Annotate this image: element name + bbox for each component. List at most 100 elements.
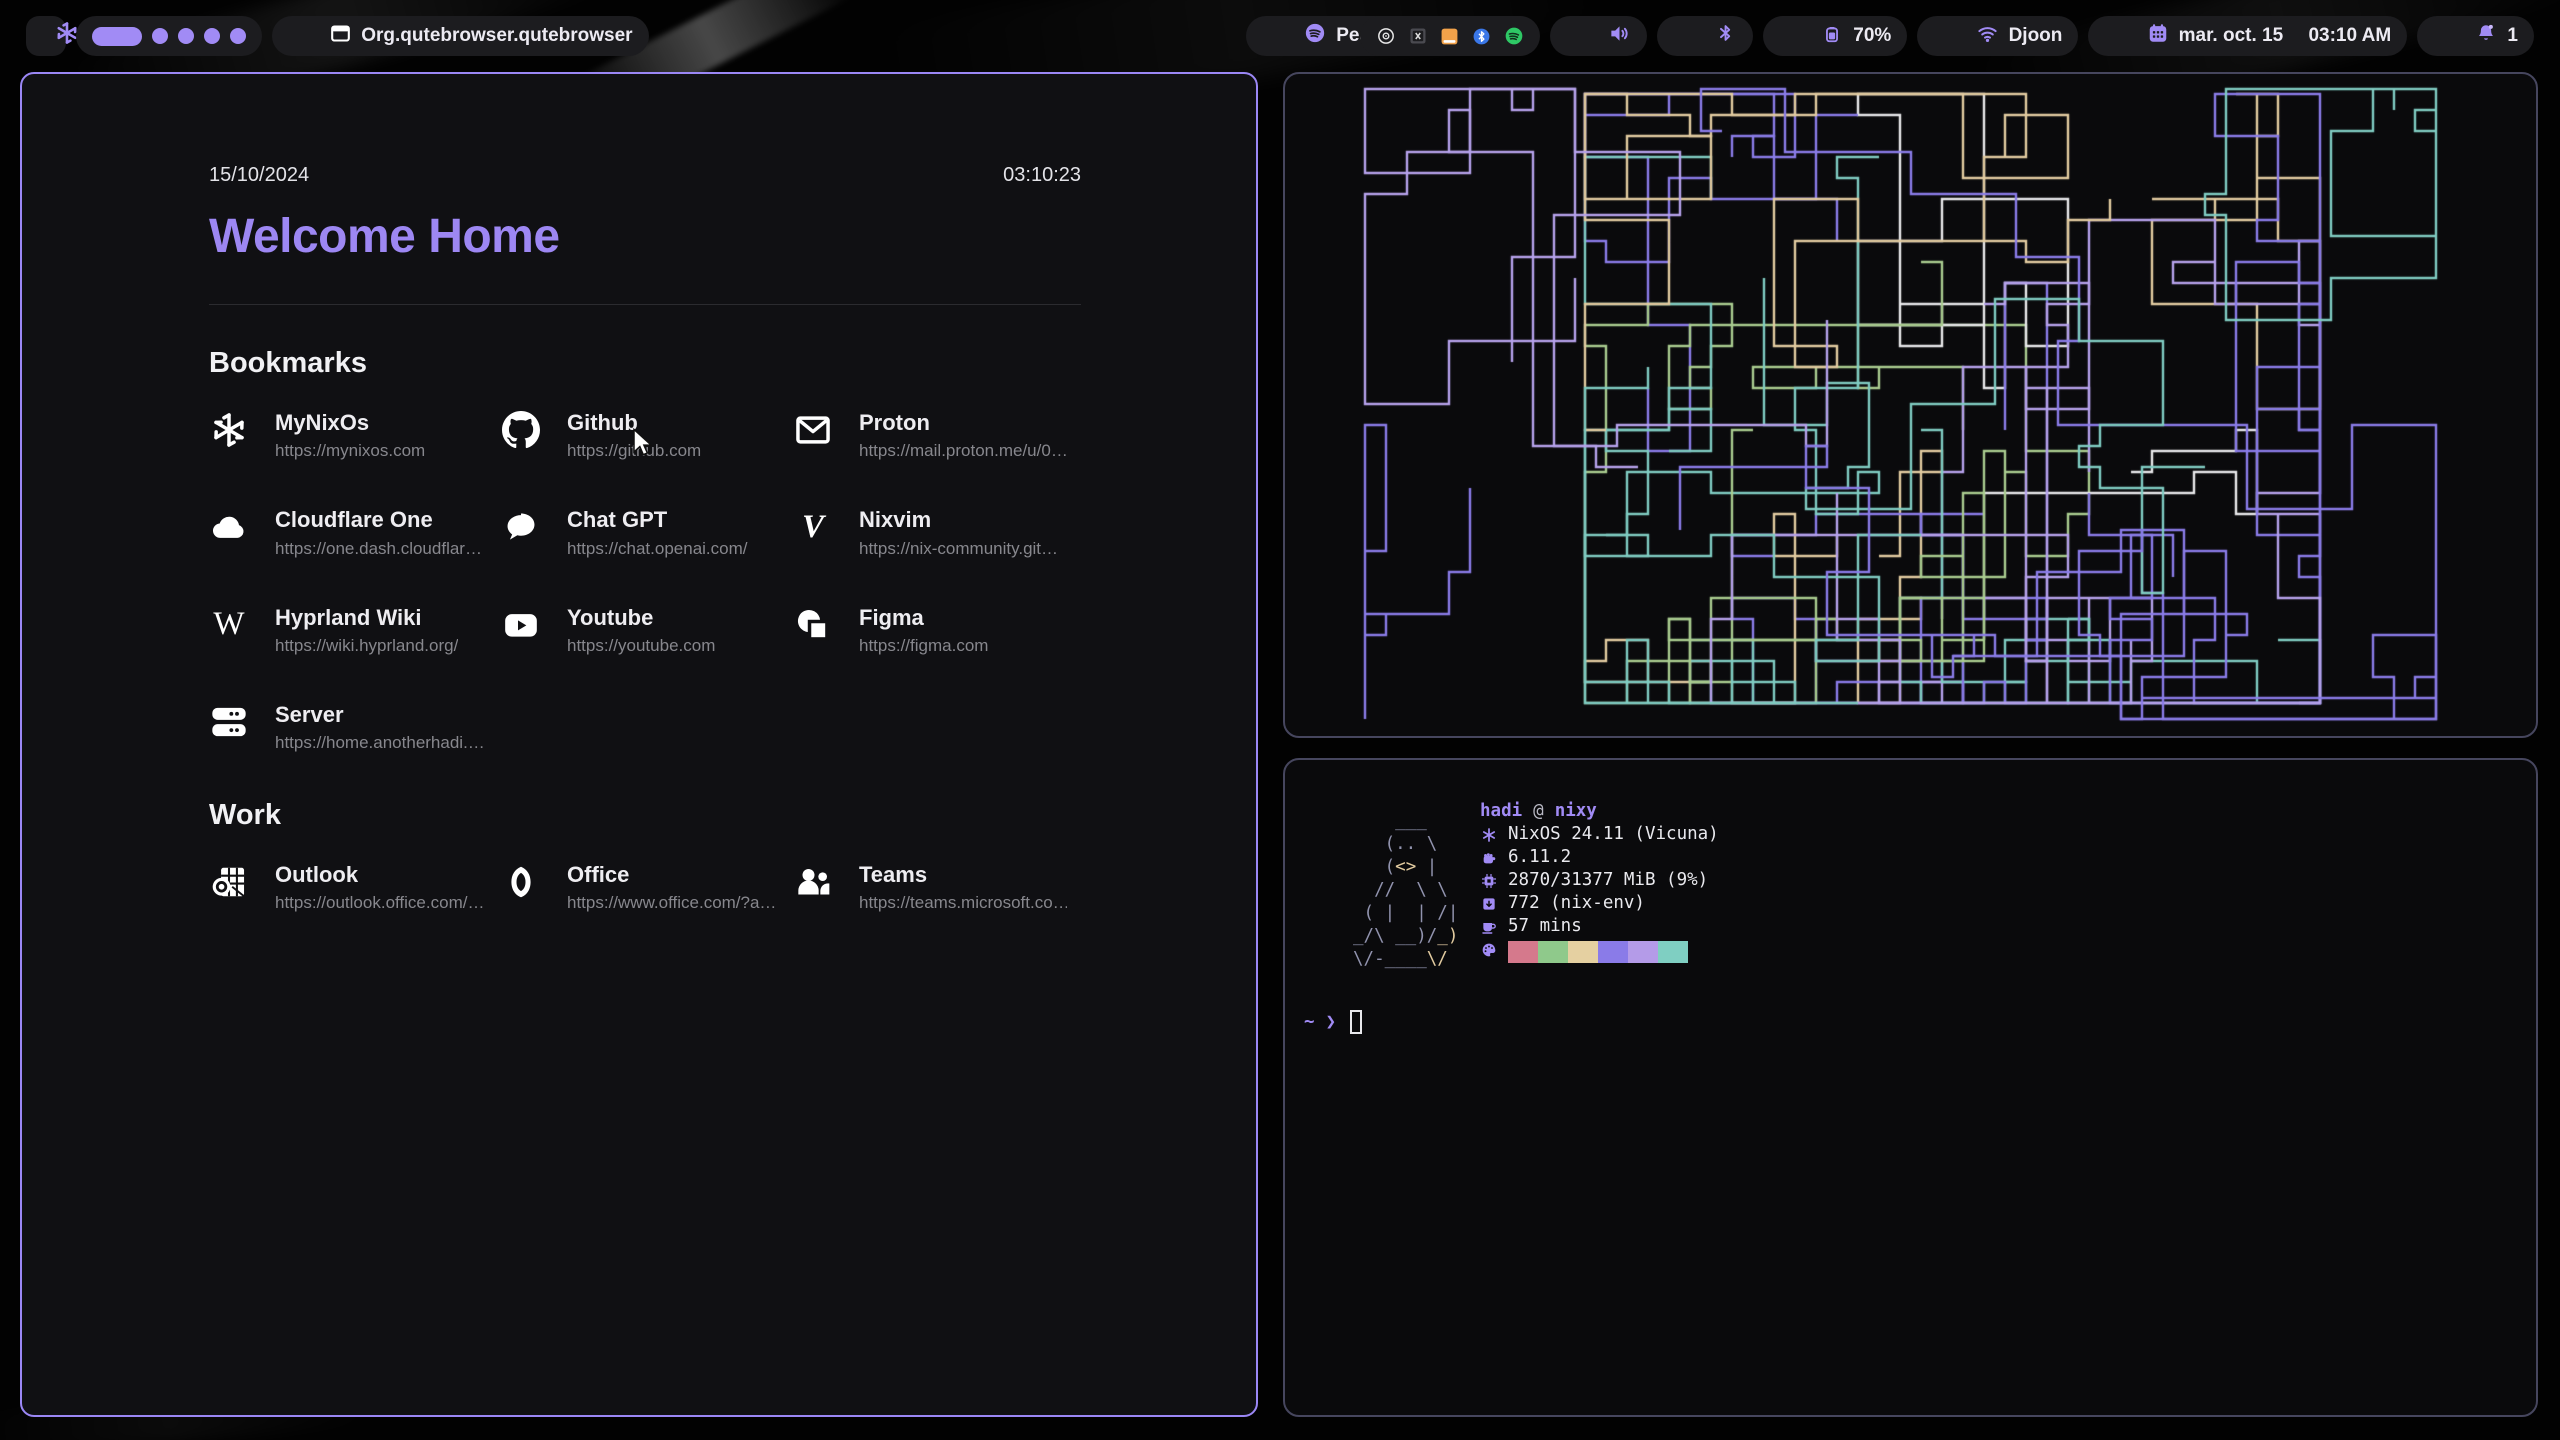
active-window-chip[interactable]: Org.qutebrowser.qutebrowser: [272, 16, 649, 56]
wikipedia-icon: W: [209, 605, 249, 645]
bookmark-name: Proton: [859, 410, 1067, 435]
bookmark-url: https://one.dash.cloudflar…: [275, 539, 482, 559]
bookmark-figma[interactable]: Figmahttps://figma.com: [793, 605, 1085, 656]
bookmark-name: Office: [567, 862, 775, 887]
uptime-icon: [1480, 919, 1497, 935]
bookmark-url: https://youtube.com: [567, 636, 715, 656]
workspace-dot[interactable]: [204, 28, 220, 44]
bookmark-url: https://figma.com: [859, 636, 988, 656]
chat-icon: [501, 507, 541, 547]
orange-app-tray-icon[interactable]: [1440, 27, 1459, 46]
bluetooth-icon: [1673, 0, 1737, 72]
fetch-user-host: hadi@nixy: [1480, 800, 1719, 823]
battery-chip[interactable]: 70%: [1763, 16, 1907, 56]
bookmark-grid: Outlookhttps://outlook.office.com/…Offic…: [209, 862, 1081, 913]
bookmark-url: https://outlook.office.com/…: [275, 893, 483, 913]
youtube-icon: [501, 605, 541, 645]
workspaces-indicator[interactable]: [76, 16, 262, 56]
packages-icon: [1480, 896, 1497, 912]
bluetooth-chip[interactable]: [1657, 16, 1753, 56]
palette-swatch: [1658, 941, 1688, 963]
spotify-tray-icon[interactable]: [1504, 26, 1524, 46]
speaker-icon: [1566, 0, 1631, 73]
window-title: Org.qutebrowser.qutebrowser: [361, 25, 632, 47]
window-icon: [288, 1, 351, 72]
kernel-icon: [1480, 850, 1497, 866]
divider: [209, 304, 1081, 305]
network-ssid: Djoon: [2009, 25, 2063, 47]
mail-icon: [793, 410, 833, 450]
bookmark-cloudflare-one[interactable]: Cloudflare One https://one.dash.cloudflar…: [209, 507, 501, 558]
pipes-art: [1285, 74, 2536, 736]
clock-chip[interactable]: mar. oct. 15 03:10 AM: [2088, 16, 2407, 56]
bookmark-chat-gpt[interactable]: Chat GPT https://chat.openai.com/: [501, 507, 793, 558]
fetch-line-palette: [1480, 938, 1719, 962]
bookmark-url: https://www.office.com/?a…: [567, 893, 775, 913]
bell-icon: [2433, 0, 2497, 72]
fetch-line-memory: 2870/31377 MiB (9%): [1480, 869, 1719, 892]
workspace-dot[interactable]: [178, 28, 194, 44]
palette-swatch: [1568, 941, 1598, 963]
notifications-chip[interactable]: 1: [2417, 16, 2534, 56]
bookmark-outlook[interactable]: Outlookhttps://outlook.office.com/…: [209, 862, 501, 913]
fetch-terminal-window[interactable]: ___ (.. \ (<> | // \ \ ( | | /| _/\ __)/…: [1283, 758, 2538, 1417]
launcher-button[interactable]: [26, 16, 66, 56]
palette-swatch: [1628, 941, 1658, 963]
bookmark-proton[interactable]: Protonhttps://mail.proton.me/u/0…: [793, 410, 1085, 461]
bookmark-url: https://chat.openai.com/: [567, 539, 748, 559]
workspace-dot[interactable]: [152, 28, 168, 44]
top-bar: Org.qutebrowser.qutebrowser Peaches 7: [0, 0, 2560, 72]
calendar-icon: [2104, 0, 2168, 72]
mouse-cursor: [630, 428, 656, 458]
bluetooth-tray-icon[interactable]: [1472, 27, 1491, 46]
bookmark-url: https://nix-community.git…: [859, 539, 1058, 559]
figma-icon: [793, 605, 833, 645]
vim-icon: V: [793, 507, 833, 547]
snowflake-icon: [1480, 827, 1497, 843]
bookmark-name: Cloudflare One: [275, 507, 482, 532]
teams-icon: [793, 862, 833, 902]
bookmark-nixvim[interactable]: VNixvimhttps://nix-community.git…: [793, 507, 1085, 558]
github-icon: [501, 410, 541, 450]
bookmark-office[interactable]: Office https://www.office.com/?a…: [501, 862, 793, 913]
workspace-dot[interactable]: [230, 28, 246, 44]
palette-icon: [1480, 942, 1497, 958]
section-heading-work: Work: [209, 799, 1081, 832]
wifi-icon: [1933, 0, 1998, 73]
bookmark-teams[interactable]: Teamshttps://teams.microsoft.co…: [793, 862, 1085, 913]
shell-prompt[interactable]: ~ ❯: [1304, 1010, 1362, 1034]
page-title: Welcome Home: [209, 209, 1081, 264]
fetch-line-packages: 772 (nix-env): [1480, 892, 1719, 915]
bookmark-hyprland-wiki[interactable]: WHyprland Wikihttps://wiki.hyprland.org/: [209, 605, 501, 656]
section-heading-bookmarks: Bookmarks: [209, 347, 1081, 380]
qutebrowser-window: 15/10/2024 03:10:23 Welcome Home Bookmar…: [20, 72, 1258, 1417]
bookmark-server[interactable]: Serverhttps://home.anotherhadi.…: [209, 702, 501, 753]
server-icon: [209, 702, 249, 742]
workspace-active[interactable]: [92, 27, 142, 46]
bookmark-url: https://teams.microsoft.co…: [859, 893, 1067, 913]
volume-chip[interactable]: [1550, 16, 1647, 56]
ascii-art-penguin: ___ (.. \ (<> | // \ \ ( | | /| _/\ __)/…: [1353, 810, 1458, 971]
palette-swatch: [1508, 941, 1538, 963]
record-tray-icon[interactable]: [1376, 26, 1396, 46]
network-chip[interactable]: Djoon: [1917, 16, 2078, 56]
battery-percent: 70%: [1853, 25, 1891, 47]
nixos-logo-icon: [13, 0, 79, 73]
keepass-tray-icon[interactable]: [1409, 27, 1427, 45]
bookmark-name: Chat GPT: [567, 507, 748, 532]
bookmark-name: MyNixOs: [275, 410, 425, 435]
palette-swatch: [1538, 941, 1568, 963]
bookmark-youtube[interactable]: Youtubehttps://youtube.com: [501, 605, 793, 656]
outlook-icon: [209, 862, 249, 902]
prompt-cwd: ~: [1304, 1011, 1315, 1034]
cloud-icon: [209, 507, 249, 547]
fetch-line-snowflake: NixOS 24.11 (Vicuna): [1480, 823, 1719, 846]
bookmark-name: Server: [275, 702, 483, 727]
system-tray[interactable]: [1360, 16, 1540, 56]
notification-count: 1: [2507, 25, 2518, 47]
startpage-date: 15/10/2024: [209, 164, 309, 187]
memory-icon: [1480, 873, 1497, 889]
palette-swatch: [1598, 941, 1628, 963]
bookmark-mynixos[interactable]: MyNixOshttps://mynixos.com: [209, 410, 501, 461]
pipes-terminal-window: [1283, 72, 2538, 738]
